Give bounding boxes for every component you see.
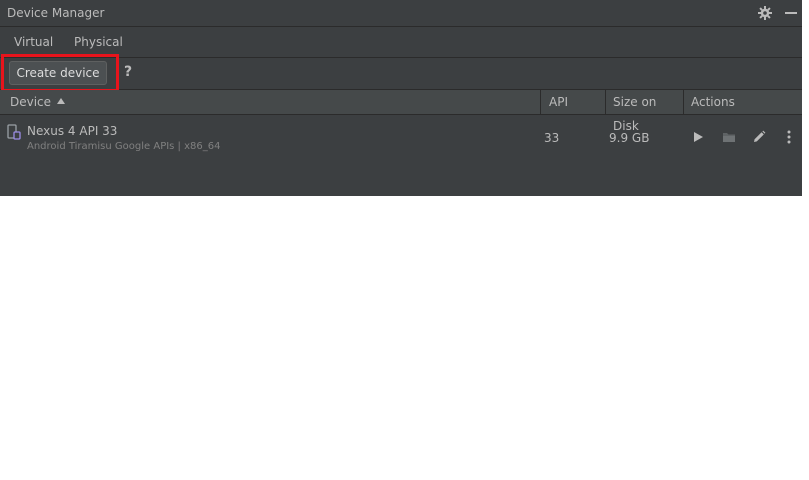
device-details: Android Tiramisu Google APIs | x86_64 xyxy=(27,141,221,152)
help-icon[interactable]: ? xyxy=(124,64,132,80)
more-vertical-icon[interactable] xyxy=(781,129,797,145)
toolbar: Create device ? xyxy=(0,58,802,90)
pencil-icon[interactable] xyxy=(751,129,767,145)
phone-device-icon xyxy=(7,124,21,140)
device-manager-panel: Device Manager Virtual Physical Create d… xyxy=(0,0,802,196)
column-header-device[interactable]: Device xyxy=(3,90,541,114)
create-device-button[interactable]: Create device xyxy=(9,61,107,85)
title-bar: Device Manager xyxy=(0,0,802,27)
play-icon[interactable] xyxy=(690,129,706,145)
tab-physical[interactable]: Physical xyxy=(74,35,123,49)
column-header-actions: Actions xyxy=(691,95,735,109)
folder-icon[interactable] xyxy=(721,129,737,145)
device-api: 33 xyxy=(544,131,560,145)
table-row[interactable]: Nexus 4 API 33 Android Tiramisu Google A… xyxy=(0,115,802,159)
tab-virtual[interactable]: Virtual xyxy=(14,35,53,49)
column-header-api[interactable]: API xyxy=(542,90,606,114)
minimize-icon[interactable] xyxy=(782,4,800,22)
table-header: Device API Size on Disk Actions xyxy=(0,90,802,133)
tab-bar: Virtual Physical xyxy=(0,27,802,58)
gear-icon[interactable] xyxy=(756,4,774,22)
device-size: 9.9 GB xyxy=(609,131,650,145)
column-header-size[interactable]: Size on Disk xyxy=(606,90,684,133)
device-name: Nexus 4 API 33 xyxy=(27,124,118,138)
sort-ascending-icon xyxy=(57,98,66,104)
window-title: Device Manager xyxy=(7,6,105,20)
